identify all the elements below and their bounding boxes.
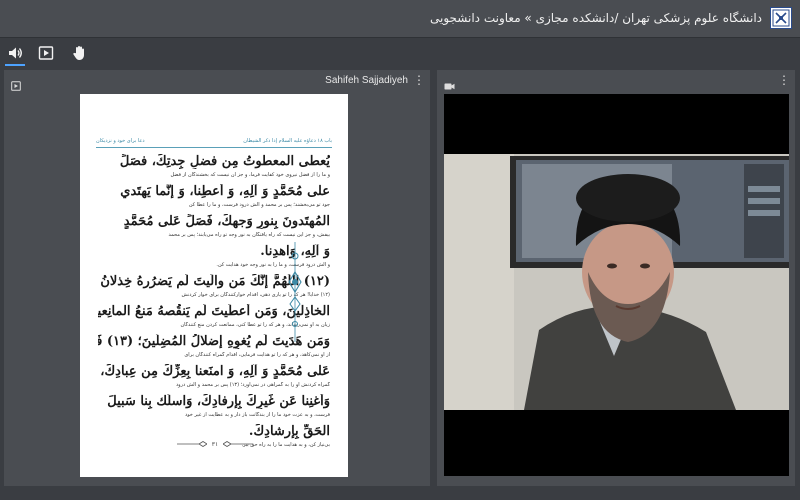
ornament-decoration — [288, 242, 302, 342]
persian-translation-line: از او نمی‌کاهد، و هر که را تو هدایت فرما… — [184, 352, 330, 358]
document-page: باب ۱۸ دعاؤه عليه السلام إذا ذكر الشيطان… — [80, 94, 348, 477]
speaker-button[interactable] — [2, 42, 28, 66]
page-number: ٣١ — [211, 440, 219, 448]
page-footer: ٣١ — [160, 439, 270, 449]
document-panel-header: Sahifeh Sajjadiyeh ⋮ — [4, 70, 430, 92]
document-panel: Sahifeh Sajjadiyeh ⋮ باب ۱۸ دعاؤه عليه ا… — [4, 70, 430, 486]
persian-translation-line: گمراه کردنش او را به گمراهی در نمی‌آورد؛… — [175, 382, 330, 388]
footer-ornament-right-icon — [223, 441, 254, 447]
document-header-right: باب ۱۸ دعاؤه عليه السلام إذا ذكر الشيطان — [243, 138, 332, 144]
arabic-verse-line: المُهتَدونَ بِنورِ وَجهِكَ، فَصَلِّ عَلى… — [123, 214, 330, 229]
webcam-panel: ⋮ — [437, 70, 795, 486]
presentation-button[interactable] — [33, 42, 59, 64]
raise-hand-button[interactable] — [66, 42, 92, 64]
raise-hand-icon — [73, 46, 84, 60]
more-options-icon[interactable]: ⋮ — [413, 73, 425, 87]
top-bar: دانشگاه علوم پزشکی تهران /دانشکده مجازی … — [0, 0, 800, 38]
present-icon — [38, 46, 54, 60]
arabic-verse-line: على مُحَمَّدٍ وَ آلِهِ، وَ أَعطِنا، وَ إ… — [120, 184, 330, 199]
footer-ornament-left-icon — [176, 441, 207, 447]
speaker-icon — [9, 47, 22, 59]
video-camera-icon — [444, 83, 455, 90]
webcam-video — [444, 94, 789, 476]
webcam-frame — [444, 94, 789, 476]
more-options-icon[interactable]: ⋮ — [778, 73, 790, 87]
arabic-verse-line: وَأغنِنا عَن غَيرِكَ بِإرفادِكَ، وَاسلُك… — [107, 394, 330, 409]
document-header-left: دعا برای خود و نزدیکان — [96, 138, 145, 144]
arabic-verse-line: يُعطى المعطوتُ مِن فضلِ جِدتِكَ، فصَلِّ — [119, 154, 330, 169]
page-title: دانشگاه علوم پزشکی تهران /دانشکده مجازی … — [430, 11, 762, 25]
persian-translation-line: بیفش، و جز این نیست که راه یافتگان به نو… — [168, 232, 330, 238]
document-title: Sahifeh Sajjadiyeh — [325, 75, 408, 86]
arabic-verse-line: الحَقِّ بِإرشادِكَ. — [248, 424, 330, 439]
persian-translation-line: و ما را از فضل نیروی خود کفایت فرما، و ج… — [170, 172, 330, 178]
university-logo — [770, 7, 792, 29]
persian-translation-line: فرست، و به عزت خود ما را از بندگانت باز … — [184, 412, 330, 418]
webcam-panel-header: ⋮ — [437, 70, 795, 92]
toolbar — [0, 38, 800, 68]
arabic-verse-line: عَلى مُحَمَّدٍ وَ آلِهِ، وَ امنَعنا بِعِ… — [100, 364, 330, 379]
present-icon — [11, 81, 21, 91]
persian-translation-line: جود تو می‌بخشند؛ پس بر محمد و آلش درود ف… — [188, 202, 330, 208]
document-header: باب ۱۸ دعاؤه عليه السلام إذا ذكر الشيطان… — [96, 138, 332, 148]
